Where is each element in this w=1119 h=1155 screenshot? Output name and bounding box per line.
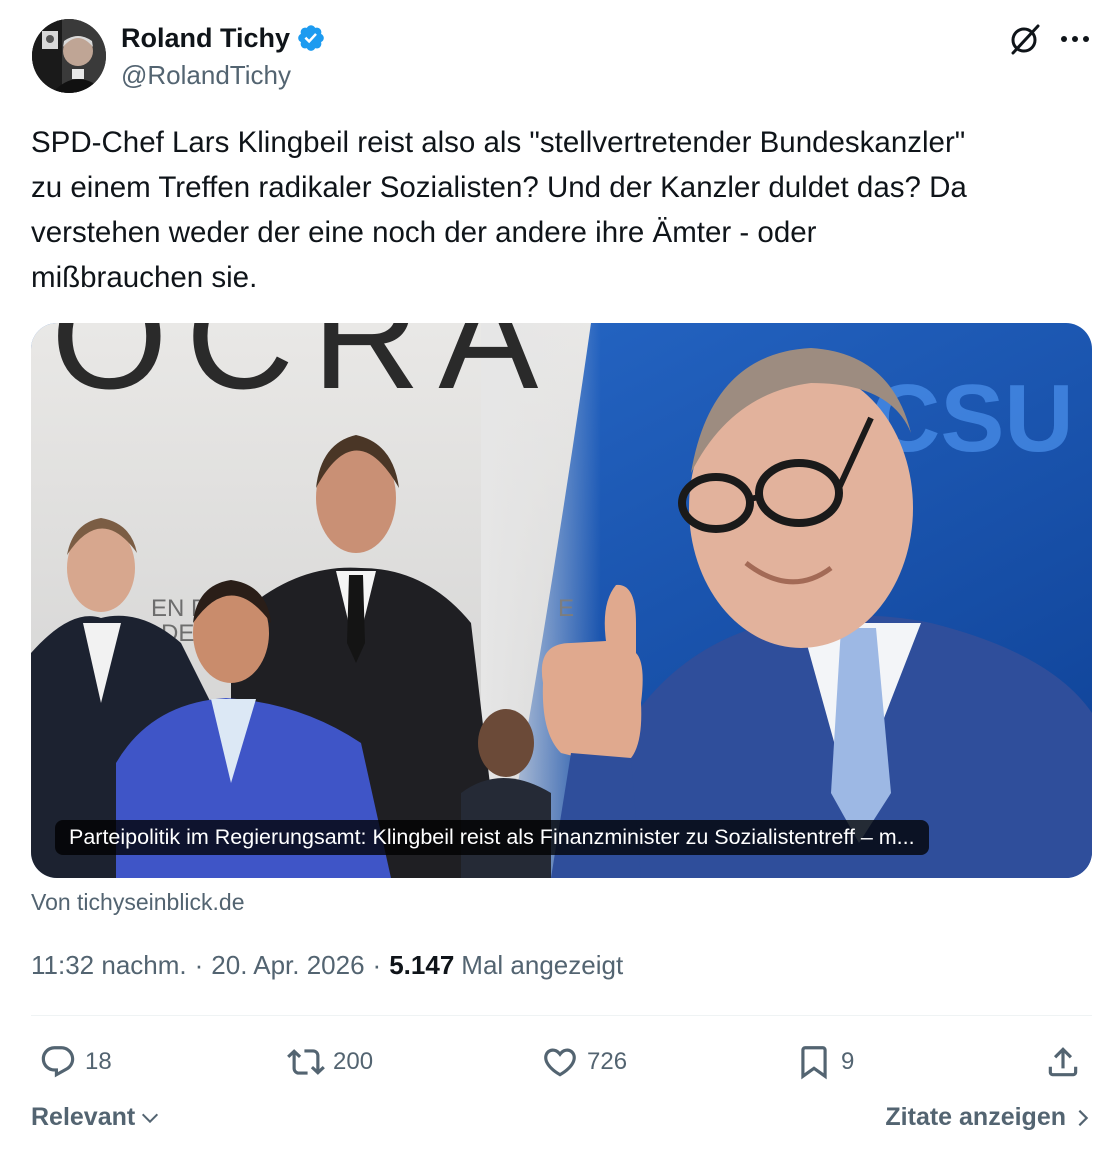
repost-count: 200	[333, 1048, 374, 1075]
card-image: OCRA CSU EN D DE E	[31, 323, 1092, 878]
reply-count: 18	[85, 1048, 112, 1075]
card-caption[interactable]: Parteipolitik im Regierungsamt: Klingbei…	[55, 820, 929, 855]
sort-label: Relevant	[31, 1103, 136, 1131]
grok-button[interactable]	[1006, 20, 1044, 58]
verified-badge-icon	[298, 25, 324, 51]
card-source[interactable]: Von tichyseinblick.de	[31, 889, 245, 916]
author-name-row[interactable]: Roland Tichy	[121, 21, 326, 55]
sort-dropdown[interactable]: Relevant	[31, 1103, 161, 1132]
meta-separator: ·	[194, 950, 204, 980]
more-options-button[interactable]	[1052, 20, 1098, 58]
divider	[31, 1015, 1092, 1016]
bookmark-icon	[801, 1046, 827, 1080]
grok-icon	[1011, 24, 1040, 55]
repost-button[interactable]: 200	[287, 1040, 373, 1084]
chevron-down-icon	[142, 1113, 159, 1123]
card-backdrop-letters-left: OCRA	[51, 323, 556, 420]
card-backdrop-text-3: E	[558, 595, 574, 622]
author-handle[interactable]: @RolandTichy	[121, 60, 291, 91]
views-count: 5.147	[389, 950, 455, 980]
heart-icon	[544, 1048, 576, 1077]
like-count: 726	[587, 1048, 628, 1075]
views-label: Mal angezeigt	[461, 950, 624, 980]
reply-icon	[41, 1046, 75, 1078]
chevron-right-icon	[1078, 1109, 1089, 1126]
bookmark-count: 9	[841, 1048, 855, 1075]
avatar-photo	[32, 19, 106, 93]
author-name[interactable]: Roland Tichy	[121, 23, 290, 54]
link-card[interactable]: OCRA CSU EN D DE E	[31, 323, 1092, 878]
tweet-date[interactable]: 20. Apr. 2026	[211, 950, 364, 981]
more-horizontal-icon	[1061, 36, 1089, 42]
repost-icon	[287, 1049, 325, 1075]
view-quotes-label: Zitate anzeigen	[885, 1103, 1066, 1131]
like-button[interactable]: 726	[541, 1040, 627, 1084]
tweet-meta: 11:32 nachm. · 20. Apr. 2026 · 5.147 Mal…	[31, 950, 623, 981]
bookmark-button[interactable]: 9	[795, 1040, 854, 1084]
meta-separator: ·	[372, 950, 382, 980]
reply-button[interactable]: 18	[39, 1040, 112, 1084]
tweet-text: SPD-Chef Lars Klingbeil reist also als "…	[31, 126, 967, 294]
tweet-time[interactable]: 11:32 nachm.	[31, 950, 187, 981]
view-quotes-link[interactable]: Zitate anzeigen	[885, 1103, 1092, 1132]
author-avatar[interactable]	[32, 19, 106, 93]
share-button[interactable]	[1044, 1040, 1082, 1084]
share-icon	[1048, 1047, 1078, 1077]
